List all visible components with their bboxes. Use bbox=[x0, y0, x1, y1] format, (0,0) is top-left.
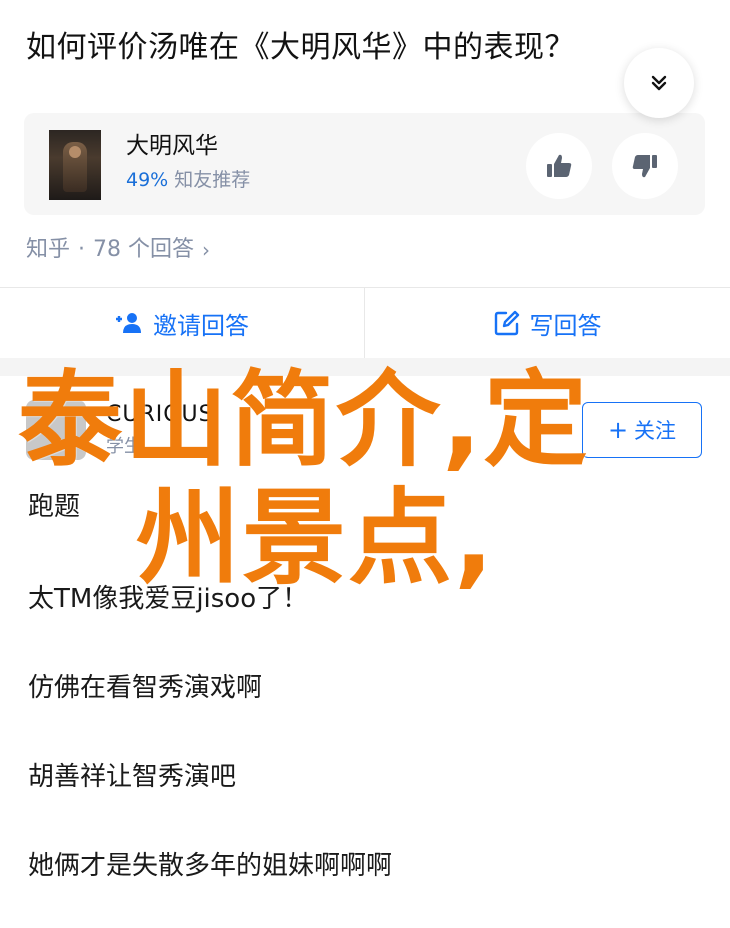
answer-text-line: 胡善祥让智秀演吧 bbox=[28, 762, 237, 792]
invite-answer-label: 邀请回答 bbox=[153, 311, 249, 340]
write-answer-button[interactable]: 写回答 bbox=[365, 288, 730, 358]
plus-icon: + bbox=[607, 416, 629, 444]
follow-label: 关注 bbox=[634, 419, 677, 443]
question-meta[interactable]: 知乎 · 78 个回答 › bbox=[26, 234, 210, 266]
thumbs-down-button[interactable] bbox=[612, 133, 678, 199]
write-answer-label: 写回答 bbox=[529, 311, 602, 340]
drama-title: 大明风华 bbox=[126, 133, 218, 159]
answer-text-line: 跑题 bbox=[28, 492, 81, 522]
drama-rating: 49% 知友推荐 bbox=[126, 166, 250, 194]
edit-icon bbox=[494, 310, 519, 336]
answer-count: 78 个回答 bbox=[93, 237, 195, 262]
chevron-right-icon: › bbox=[202, 238, 211, 262]
meta-separator: · bbox=[78, 237, 86, 262]
follow-button[interactable]: + 关注 bbox=[582, 402, 702, 458]
thumbs-up-icon bbox=[547, 154, 572, 177]
chevron-down-icon bbox=[651, 75, 667, 91]
collapse-button[interactable] bbox=[624, 48, 694, 118]
rating-percent: 49% bbox=[126, 169, 169, 191]
rating-label: 知友推荐 bbox=[174, 169, 251, 191]
invite-answer-button[interactable]: 邀请回答 bbox=[0, 288, 364, 358]
thumbs-down-icon bbox=[632, 155, 657, 178]
add-user-icon bbox=[116, 313, 141, 333]
question-title: 如何评价汤唯在《大明风华》中的表现？ bbox=[26, 30, 575, 65]
site-name: 知乎 bbox=[26, 237, 71, 262]
answer-text-line: 仿佛在看智秀演戏啊 bbox=[28, 673, 263, 703]
drama-card[interactable]: 大明风华 49% 知友推荐 bbox=[24, 113, 705, 215]
thumbs-up-button[interactable] bbox=[526, 133, 592, 199]
action-bar: 邀请回答 写回答 bbox=[0, 287, 730, 359]
overlay-watermark-line-1: 泰山简介,定 bbox=[18, 359, 590, 481]
overlay-watermark-line-2: 州景点, bbox=[136, 477, 496, 599]
answer-text-line: 她俩才是失散多年的姐妹啊啊啊 bbox=[28, 851, 393, 881]
poster-image bbox=[49, 130, 101, 200]
